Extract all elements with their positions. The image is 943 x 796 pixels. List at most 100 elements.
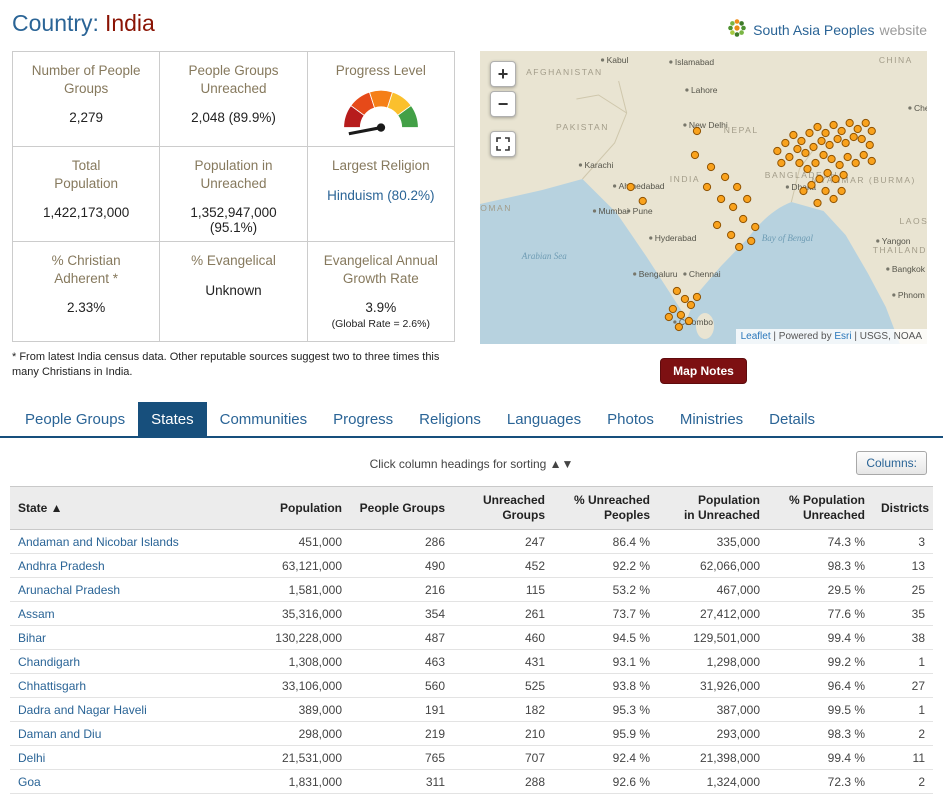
people-group-marker[interactable] bbox=[811, 158, 820, 168]
zoom-out-button[interactable]: − bbox=[490, 91, 516, 117]
people-group-marker[interactable] bbox=[829, 120, 838, 130]
people-group-marker[interactable] bbox=[823, 168, 832, 178]
people-group-marker[interactable] bbox=[686, 300, 696, 310]
people-group-marker[interactable] bbox=[861, 118, 870, 128]
people-group-marker[interactable] bbox=[702, 182, 712, 192]
tab-people-groups[interactable]: People Groups bbox=[12, 402, 138, 436]
esri-link[interactable]: Esri bbox=[834, 331, 851, 342]
col-header-unreached-groups[interactable]: Unreached Groups bbox=[453, 486, 553, 530]
col-header-people-groups[interactable]: People Groups bbox=[350, 486, 453, 530]
people-group-marker[interactable] bbox=[805, 128, 814, 138]
people-group-marker[interactable] bbox=[690, 150, 700, 160]
col-header-districts[interactable]: Districts bbox=[873, 486, 933, 530]
people-group-marker[interactable] bbox=[626, 182, 635, 192]
people-group-marker[interactable] bbox=[668, 304, 677, 314]
people-group-marker[interactable] bbox=[845, 118, 854, 128]
state-link[interactable]: Goa bbox=[18, 775, 41, 789]
people-group-marker[interactable] bbox=[751, 222, 760, 232]
people-group-marker[interactable] bbox=[831, 174, 840, 184]
people-group-marker[interactable] bbox=[739, 214, 748, 224]
people-group-marker[interactable] bbox=[716, 194, 726, 204]
people-group-marker[interactable] bbox=[819, 150, 828, 160]
people-group-marker[interactable] bbox=[680, 294, 690, 304]
people-group-marker[interactable] bbox=[849, 132, 858, 142]
people-group-marker[interactable] bbox=[853, 124, 862, 134]
state-link[interactable]: Dadra and Nagar Haveli bbox=[18, 703, 147, 717]
state-link[interactable]: Daman and Diu bbox=[18, 727, 101, 741]
people-group-marker[interactable] bbox=[825, 140, 834, 150]
state-link[interactable]: Assam bbox=[18, 607, 55, 621]
map[interactable]: Kabul Islamabad AFGHANISTAN Lahore PAKISTAN N… bbox=[480, 51, 927, 344]
people-group-marker[interactable] bbox=[851, 158, 860, 168]
people-group-marker[interactable] bbox=[867, 156, 876, 166]
people-group-marker[interactable] bbox=[829, 194, 838, 204]
people-group-marker[interactable] bbox=[672, 286, 681, 296]
tab-ministries[interactable]: Ministries bbox=[667, 402, 756, 436]
col-header-pct-population-unreached[interactable]: % Population Unreached bbox=[768, 486, 873, 530]
people-group-marker[interactable] bbox=[735, 242, 744, 252]
people-group-marker[interactable] bbox=[865, 140, 874, 150]
people-group-marker[interactable] bbox=[638, 196, 647, 206]
people-group-marker[interactable] bbox=[706, 162, 716, 172]
col-header-population[interactable]: Population bbox=[260, 486, 350, 530]
people-group-marker[interactable] bbox=[839, 170, 848, 180]
zoom-in-button[interactable]: + bbox=[490, 61, 516, 87]
people-group-marker[interactable] bbox=[674, 322, 684, 332]
people-group-marker[interactable] bbox=[664, 312, 673, 322]
people-group-marker[interactable] bbox=[692, 292, 702, 302]
people-group-marker[interactable] bbox=[801, 148, 810, 158]
people-group-marker[interactable] bbox=[781, 138, 790, 148]
fullscreen-button[interactable] bbox=[490, 131, 516, 157]
state-link[interactable]: Chhattisgarh bbox=[18, 679, 86, 693]
columns-button[interactable]: Columns: bbox=[856, 451, 927, 475]
tab-details[interactable]: Details bbox=[756, 402, 828, 436]
largest-religion-link[interactable]: Hinduism (80.2%) bbox=[327, 188, 434, 203]
people-group-marker[interactable] bbox=[712, 220, 722, 230]
col-header-state[interactable]: State ▲ bbox=[10, 486, 260, 530]
people-group-marker[interactable] bbox=[676, 310, 686, 320]
people-group-marker[interactable] bbox=[843, 152, 852, 162]
people-group-marker[interactable] bbox=[785, 152, 794, 162]
people-group-marker[interactable] bbox=[867, 126, 876, 136]
state-link[interactable]: Bihar bbox=[18, 631, 46, 645]
people-group-marker[interactable] bbox=[799, 186, 808, 196]
tab-states[interactable]: States bbox=[138, 402, 207, 436]
people-group-marker[interactable] bbox=[815, 174, 824, 184]
state-link[interactable]: Delhi bbox=[18, 751, 45, 765]
people-group-marker[interactable] bbox=[837, 186, 846, 196]
state-link[interactable]: Chandigarh bbox=[18, 655, 80, 669]
people-group-marker[interactable] bbox=[827, 154, 836, 164]
people-group-marker[interactable] bbox=[793, 144, 802, 154]
people-group-marker[interactable] bbox=[803, 164, 812, 174]
tab-photos[interactable]: Photos bbox=[594, 402, 667, 436]
people-group-marker[interactable] bbox=[817, 136, 826, 146]
people-group-marker[interactable] bbox=[733, 182, 742, 192]
people-group-marker[interactable] bbox=[743, 194, 752, 204]
people-group-marker[interactable] bbox=[789, 130, 798, 140]
people-group-marker[interactable] bbox=[727, 230, 736, 240]
people-group-marker[interactable] bbox=[809, 142, 818, 152]
people-group-marker[interactable] bbox=[720, 172, 730, 182]
map-notes-button[interactable]: Map Notes bbox=[660, 358, 747, 384]
people-group-marker[interactable] bbox=[837, 126, 846, 136]
people-group-marker[interactable] bbox=[795, 158, 804, 168]
people-group-marker[interactable] bbox=[692, 126, 702, 136]
people-group-marker[interactable] bbox=[821, 186, 830, 196]
leaflet-link[interactable]: Leaflet bbox=[741, 331, 771, 342]
tab-religions[interactable]: Religions bbox=[406, 402, 494, 436]
state-link[interactable]: Andaman and Nicobar Islands bbox=[18, 535, 179, 549]
state-link[interactable]: Andhra Pradesh bbox=[18, 559, 105, 573]
people-group-marker[interactable] bbox=[797, 136, 806, 146]
col-header-population-in-unreached[interactable]: Population in Unreached bbox=[658, 486, 768, 530]
people-group-marker[interactable] bbox=[813, 198, 822, 208]
people-group-marker[interactable] bbox=[747, 236, 756, 246]
people-group-marker[interactable] bbox=[729, 202, 738, 212]
people-group-marker[interactable] bbox=[684, 316, 694, 326]
people-group-marker[interactable] bbox=[813, 122, 822, 132]
people-group-marker[interactable] bbox=[833, 134, 842, 144]
people-group-marker[interactable] bbox=[841, 138, 850, 148]
people-group-marker[interactable] bbox=[857, 134, 866, 144]
people-group-marker[interactable] bbox=[821, 128, 830, 138]
south-asia-peoples-link[interactable]: South Asia Peoples bbox=[753, 22, 874, 38]
state-link[interactable]: Arunachal Pradesh bbox=[18, 583, 120, 597]
